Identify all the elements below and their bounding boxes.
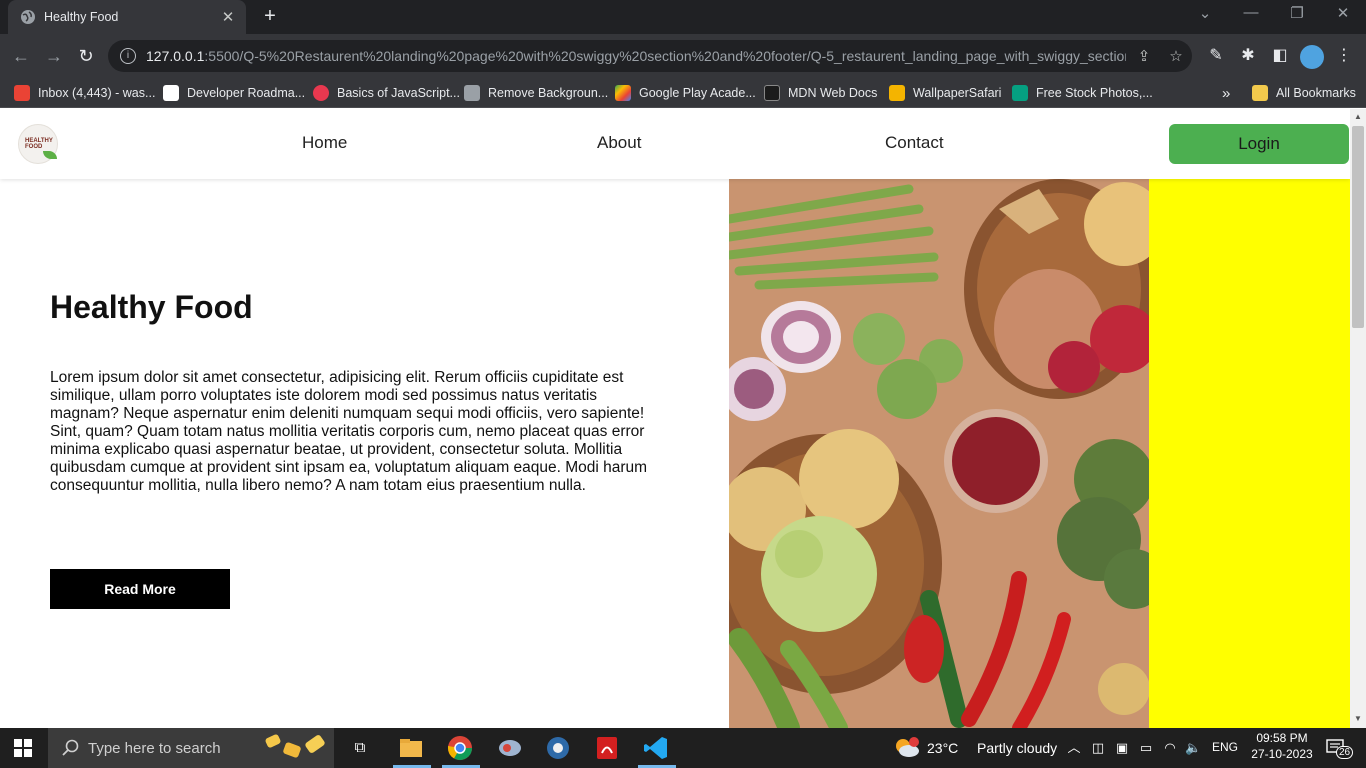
bookmark-label: Developer Roadma...: [187, 86, 306, 100]
browser-tab[interactable]: Healthy Food ✕: [8, 0, 246, 34]
snipping-tool-icon[interactable]: [496, 734, 524, 762]
volume-icon[interactable]: 🔈: [1185, 740, 1201, 756]
acrobat-icon[interactable]: [593, 734, 621, 762]
bookmark-label: MDN Web Docs: [788, 86, 878, 100]
language-indicator[interactable]: ENG: [1212, 740, 1238, 754]
bookmark-item[interactable]: MDN Web Docs: [764, 84, 877, 102]
roadmap-icon: [163, 85, 179, 101]
eyedropper-extension-icon[interactable]: ✎: [1206, 46, 1226, 66]
weather-description[interactable]: Partly cloudy: [977, 740, 1057, 756]
battery-icon[interactable]: ▭: [1138, 740, 1154, 756]
restore-icon[interactable]: ❐: [1282, 4, 1312, 22]
wallpapersafari-icon: [889, 85, 905, 101]
notification-center-icon[interactable]: 26: [1326, 738, 1354, 759]
bookmark-item[interactable]: Free Stock Photos,...: [1012, 84, 1153, 102]
minimize-icon[interactable]: —: [1236, 4, 1266, 21]
bookmark-item[interactable]: WallpaperSafari: [889, 84, 1001, 102]
scroll-down-arrow-icon[interactable]: ▼: [1352, 714, 1364, 723]
site-info-icon[interactable]: i: [120, 48, 136, 64]
reload-icon[interactable]: ↻: [75, 46, 97, 68]
new-tab-button[interactable]: +: [258, 6, 282, 28]
google-play-icon: [615, 85, 631, 101]
all-bookmarks-folder[interactable]: All Bookmarks: [1252, 84, 1356, 102]
webpage: HEALTHY FOOD Home About Contact Login He…: [0, 109, 1350, 728]
search-placeholder: Type here to search: [88, 739, 221, 757]
weather-temperature[interactable]: 23°C: [927, 740, 958, 756]
globe-icon: [21, 10, 35, 24]
meet-now-icon[interactable]: ◫: [1090, 740, 1106, 756]
leaf-icon: [43, 151, 57, 159]
read-more-button[interactable]: Read More: [50, 569, 230, 609]
scroll-up-arrow-icon[interactable]: ▲: [1352, 112, 1364, 121]
bookmarks-overflow-icon[interactable]: »: [1222, 84, 1230, 102]
bookmark-label: Free Stock Photos,...: [1036, 86, 1153, 100]
bookmark-label: Inbox (4,443) - was...: [38, 86, 156, 100]
search-icon: [62, 739, 79, 756]
folder-icon: [1252, 85, 1268, 101]
media-player-icon[interactable]: [544, 734, 572, 762]
tab-title: Healthy Food: [44, 10, 119, 24]
url-path: :5500/Q-5%20Restaurent%20landing%20page%…: [204, 48, 1126, 64]
login-button[interactable]: Login: [1169, 124, 1349, 164]
javascript-icon: [313, 85, 329, 101]
nav-link-contact[interactable]: Contact: [885, 133, 944, 153]
address-bar[interactable]: i 127.0.0.1:5500/Q-5%20Restaurent%20land…: [108, 40, 1192, 72]
vegetables-illustration: [729, 179, 1149, 728]
wifi-icon[interactable]: ◠: [1162, 740, 1178, 756]
file-explorer-icon[interactable]: [397, 734, 425, 762]
windows-start-icon[interactable]: [14, 739, 32, 757]
bookmark-label: Remove Backgroun...: [488, 86, 609, 100]
scrollbar-thumb[interactable]: [1352, 126, 1364, 328]
site-navbar: HEALTHY FOOD Home About Contact Login: [0, 109, 1350, 179]
nav-link-about[interactable]: About: [597, 133, 641, 153]
bookmark-star-icon[interactable]: ☆: [1167, 48, 1185, 66]
url-text: 127.0.0.1:5500/Q-5%20Restaurent%20landin…: [146, 48, 1126, 64]
bookmark-item[interactable]: Remove Backgroun...: [464, 84, 608, 102]
profile-avatar[interactable]: [1300, 45, 1324, 69]
site-logo[interactable]: HEALTHY FOOD: [18, 124, 58, 164]
browser-titlebar: Healthy Food ✕ + ⌄ — ❐ ✕: [0, 0, 1366, 34]
camera-icon[interactable]: ▣: [1114, 740, 1130, 756]
clock-date: 27-10-2023: [1251, 747, 1313, 761]
all-bookmarks-label: All Bookmarks: [1276, 86, 1356, 100]
search-highlight-icon[interactable]: [262, 730, 332, 766]
close-window-icon[interactable]: ✕: [1328, 4, 1358, 22]
bookmark-label: WallpaperSafari: [913, 86, 1002, 100]
share-icon[interactable]: ⇪: [1135, 48, 1153, 66]
hero-description: Lorem ipsum dolor sit amet consectetur, …: [50, 369, 648, 494]
tab-search-icon[interactable]: ⌄: [1190, 4, 1220, 22]
bookmark-item[interactable]: Inbox (4,443) - was...: [14, 84, 155, 102]
vegetables-image: [729, 179, 1149, 728]
yellow-side-panel: [1149, 179, 1350, 728]
windows-taskbar: Type here to search ⧉ 23°C Partly cloudy…: [0, 728, 1366, 768]
chrome-icon[interactable]: [446, 734, 474, 762]
hero-title: Healthy Food: [50, 289, 253, 325]
vscode-icon[interactable]: [642, 734, 670, 762]
logo-text: HEALTHY FOOD: [25, 138, 53, 150]
side-panel-icon[interactable]: ◧: [1270, 46, 1290, 66]
extensions-puzzle-icon[interactable]: ✱: [1238, 46, 1258, 66]
nav-link-home[interactable]: Home: [302, 133, 347, 153]
url-host: 127.0.0.1: [146, 48, 205, 64]
bookmark-item[interactable]: Basics of JavaScript...: [313, 84, 460, 102]
close-tab-icon[interactable]: ✕: [220, 8, 236, 26]
gmail-icon: [14, 85, 30, 101]
bookmark-item[interactable]: Developer Roadma...: [163, 84, 305, 102]
more-menu-icon[interactable]: ⋮: [1334, 46, 1354, 66]
back-arrow-icon[interactable]: ←: [10, 46, 32, 68]
chevron-up-icon[interactable]: ︿: [1066, 740, 1082, 756]
remove-bg-icon: [464, 85, 480, 101]
bookmarks-bar: Inbox (4,443) - was... Developer Roadma.…: [0, 78, 1366, 108]
bookmark-item[interactable]: Google Play Acade...: [615, 84, 756, 102]
clock-time: 09:58 PM: [1256, 731, 1308, 745]
taskbar-clock[interactable]: 09:58 PM 27-10-2023: [1242, 731, 1322, 761]
bookmark-label: Basics of JavaScript...: [337, 86, 460, 100]
forward-arrow-icon[interactable]: →: [43, 46, 65, 68]
task-view-icon[interactable]: ⧉: [352, 740, 368, 756]
weather-icon[interactable]: [894, 736, 920, 760]
bookmark-label: Google Play Acade...: [639, 86, 756, 100]
pexels-icon: [1012, 85, 1028, 101]
mdn-icon: [764, 85, 780, 101]
notification-count: 26: [1336, 746, 1354, 759]
